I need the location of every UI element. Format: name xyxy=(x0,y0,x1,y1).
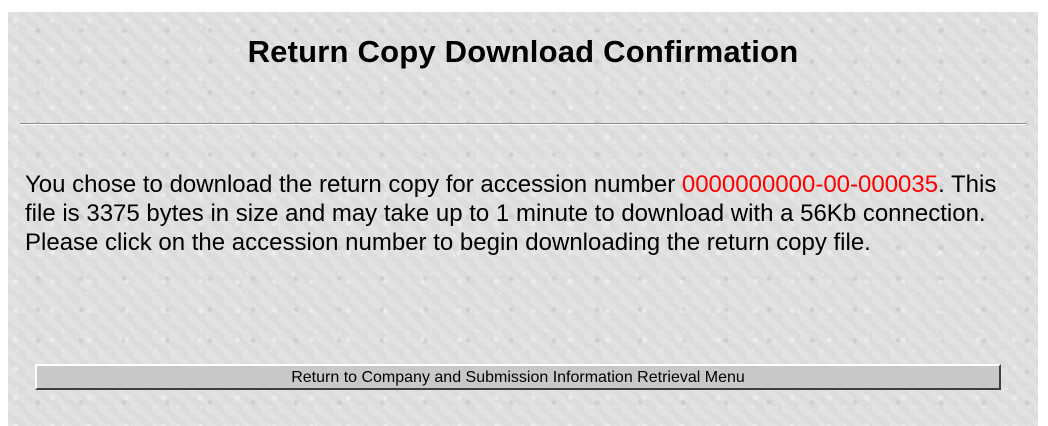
accession-number-link[interactable]: 0000000000-00-000035 xyxy=(682,171,938,198)
page-container: Return Copy Download Confirmation You ch… xyxy=(8,12,1038,426)
message-prefix: You chose to download the return copy fo… xyxy=(25,171,682,198)
return-to-menu-button[interactable]: Return to Company and Submission Informa… xyxy=(35,364,1001,390)
page-title: Return Copy Download Confirmation xyxy=(247,34,799,69)
horizontal-divider xyxy=(20,123,1026,125)
download-message: You chose to download the return copy fo… xyxy=(25,170,1025,257)
